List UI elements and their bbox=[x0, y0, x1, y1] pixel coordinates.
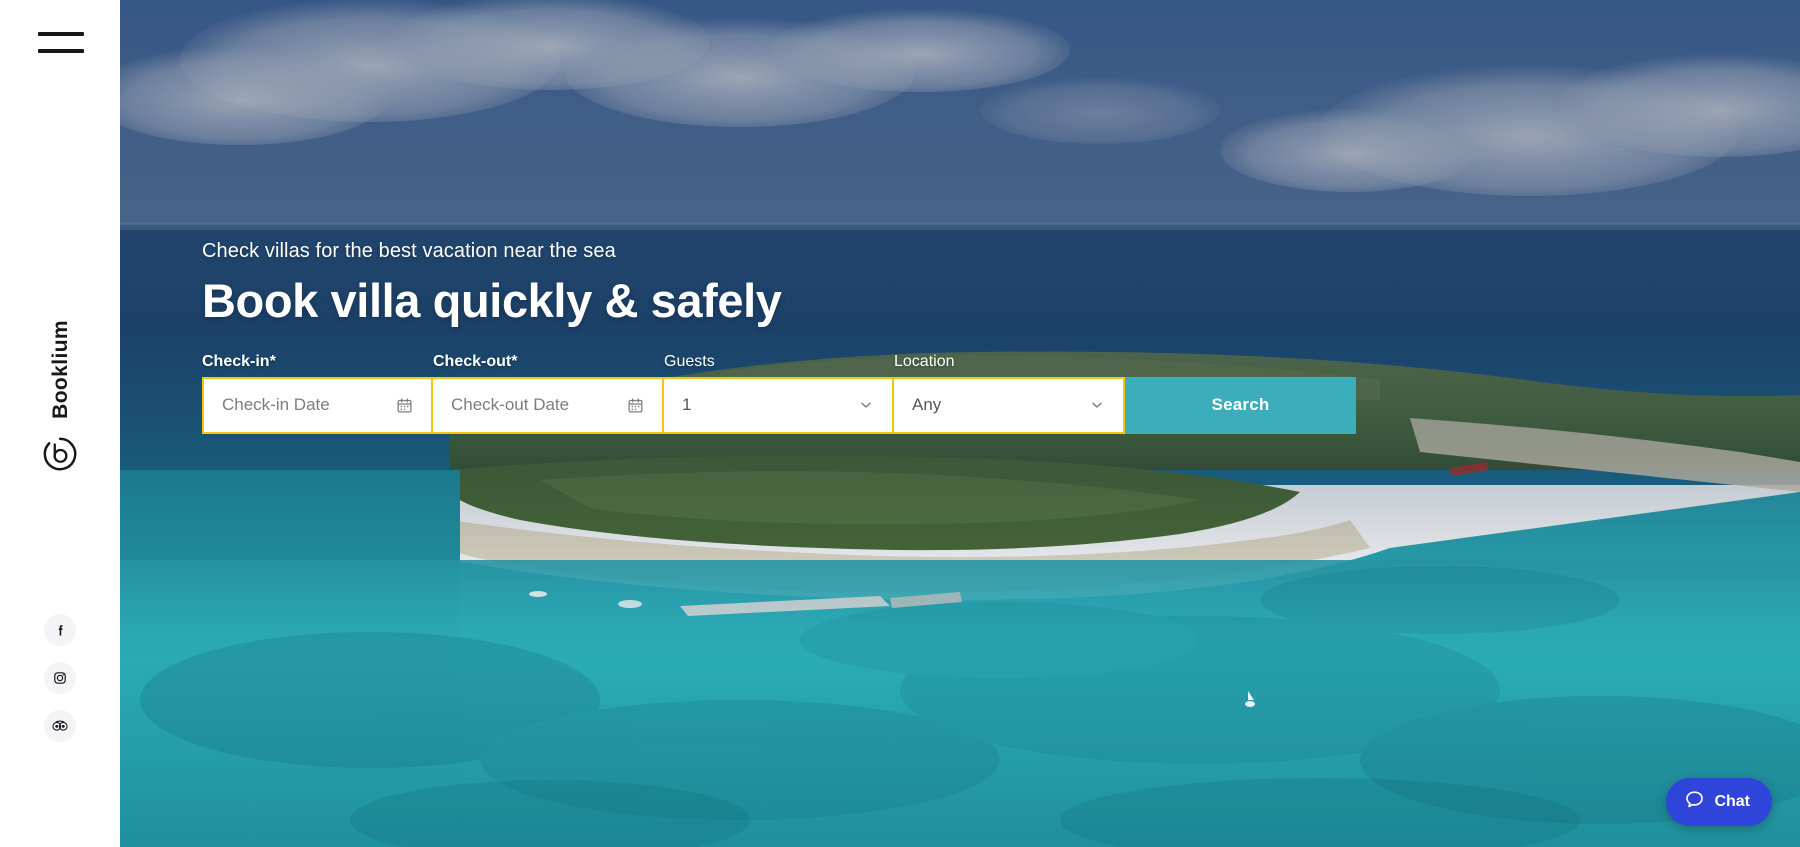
label-checkin: Check-in* bbox=[202, 353, 433, 371]
chat-widget-button[interactable]: Chat bbox=[1666, 778, 1772, 826]
label-guests: Guests bbox=[664, 352, 715, 370]
checkout-date-placeholder: Check-out Date bbox=[451, 395, 570, 415]
sidebar: Booklium bbox=[0, 0, 120, 847]
brand[interactable]: Booklium bbox=[0, 320, 120, 473]
hamburger-menu-icon[interactable] bbox=[38, 32, 84, 58]
label-location: Location bbox=[894, 352, 955, 370]
label-checkin-required: * bbox=[269, 352, 276, 370]
hero-content: Check villas for the best vacation near … bbox=[202, 240, 1452, 434]
label-checkout: Check-out* bbox=[433, 353, 664, 371]
hamburger-line bbox=[38, 49, 84, 53]
guests-value: 1 bbox=[682, 395, 692, 415]
location-value: Any bbox=[912, 395, 942, 415]
label-checkout-text: Check-out bbox=[433, 352, 512, 370]
hamburger-line bbox=[38, 32, 84, 36]
checkout-date-field[interactable]: Check-out Date bbox=[433, 376, 664, 434]
chat-bubble-icon bbox=[1684, 789, 1705, 815]
checkin-date-placeholder: Check-in Date bbox=[222, 395, 330, 415]
hero-section: Check villas for the best vacation near … bbox=[120, 0, 1800, 847]
page-root: Booklium Check villas for the best vacat… bbox=[0, 0, 1800, 847]
chevron-down-icon bbox=[1089, 397, 1105, 413]
social-link-instagram[interactable] bbox=[44, 662, 76, 694]
guests-select[interactable]: 1 bbox=[664, 376, 894, 434]
instagram-icon bbox=[54, 672, 66, 684]
search-form-labels: Check-in* Check-out* Guests Location bbox=[202, 353, 1452, 371]
search-button[interactable]: Search bbox=[1125, 376, 1356, 434]
hero-eyebrow: Check villas for the best vacation near … bbox=[202, 240, 616, 262]
checkin-date-field[interactable]: Check-in Date bbox=[202, 376, 433, 434]
tripadvisor-icon bbox=[52, 720, 68, 731]
brand-name: Booklium bbox=[48, 320, 72, 419]
location-select[interactable]: Any bbox=[894, 376, 1125, 434]
page-title: Book villa quickly & safely bbox=[202, 274, 782, 327]
booklium-logo-icon bbox=[43, 437, 77, 471]
search-form: Check-in Date Check-out Date 1 Any Searc… bbox=[202, 376, 1452, 434]
chat-label: Chat bbox=[1714, 793, 1750, 810]
label-checkout-required: * bbox=[511, 352, 518, 370]
calendar-icon bbox=[396, 397, 413, 414]
social-link-tripadvisor[interactable] bbox=[44, 710, 76, 742]
social-link-facebook[interactable] bbox=[44, 614, 76, 646]
facebook-icon bbox=[58, 624, 63, 635]
label-checkin-text: Check-in bbox=[202, 352, 270, 370]
chevron-down-icon bbox=[858, 397, 874, 413]
calendar-icon bbox=[627, 397, 644, 414]
social-links bbox=[0, 614, 120, 742]
